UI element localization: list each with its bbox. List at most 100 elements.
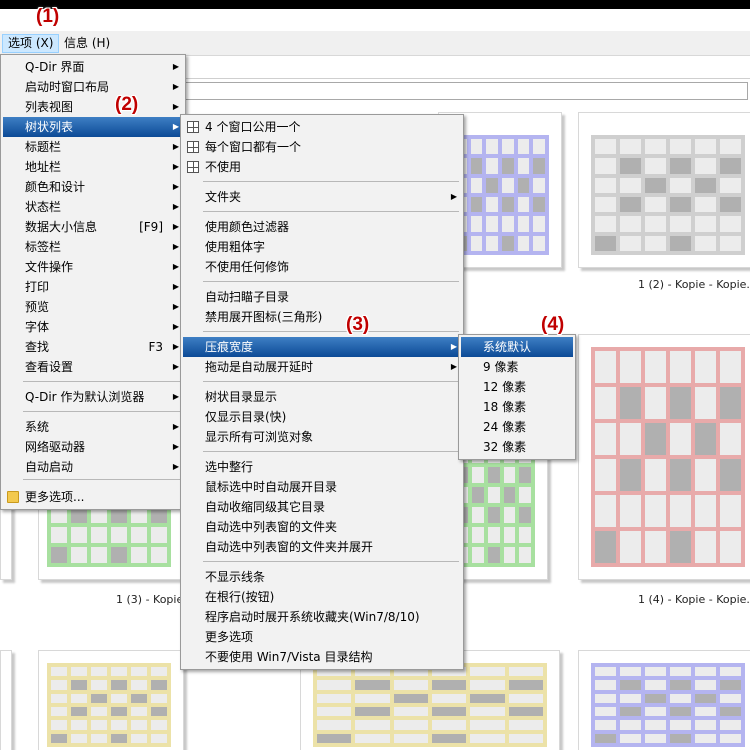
tree-menu-item-16[interactable]: 鼠标选中时自动展开目录 [183, 477, 461, 497]
options-menu-item-1[interactable]: Q-Dir 界面 ▶ [3, 57, 183, 77]
window-grid-icon [187, 161, 199, 173]
indent-menu-item-6[interactable]: 32 像素 [461, 437, 573, 457]
thumbnail-cell [533, 235, 545, 251]
thumbnail-cell [695, 459, 716, 491]
options-menu-item-6[interactable]: 地址栏 ▶ [3, 157, 183, 177]
options-menu-item-12[interactable]: 打印 ▶ [3, 277, 183, 297]
thumbnail-grid [591, 135, 745, 255]
thumbnail-image-2[interactable] [578, 112, 750, 268]
thumbnail-image-8[interactable] [578, 650, 750, 750]
thumbnail-cell [508, 693, 543, 703]
thumbnail-cell [670, 693, 691, 703]
thumbnail-cell [355, 706, 390, 717]
options-menu-item-19[interactable]: 网络驱动器 ▶ [3, 437, 183, 457]
options-menu-item-21[interactable]: 更多选项... [3, 487, 183, 507]
indent-menu-item-2[interactable]: 9 像素 [461, 357, 573, 377]
menu-options[interactable]: 选项 (X) [2, 34, 60, 53]
submenu-arrow-icon: ▶ [172, 282, 179, 291]
thumbnail-cell [595, 177, 616, 193]
menu-separator [203, 381, 459, 382]
thumbnail-cell [720, 680, 741, 690]
options-menu-item-7[interactable]: 颜色和设计 ▶ [3, 177, 183, 197]
path-field[interactable] [182, 82, 748, 100]
options-menu-item-3[interactable]: 列表视图 ▶ [3, 97, 183, 117]
tree-menu-item-label: 更多选项 [205, 630, 254, 644]
options-menu-item-13[interactable]: 预览 ▶ [3, 297, 183, 317]
options-menu-item-label: Q-Dir 界面 [25, 60, 85, 74]
indent-menu-item-3[interactable]: 12 像素 [461, 377, 573, 397]
thumbnail-image-6[interactable] [38, 650, 184, 750]
tree-menu-item-18[interactable]: 自动选中列表窗的文件夹 [183, 517, 461, 537]
tree-menu-item-15[interactable]: 选中整行 [183, 457, 461, 477]
tree-menu-item-1[interactable]: 4 个窗口公用一个 [183, 117, 461, 137]
tree-menu-item-6[interactable]: 使用粗体字 [183, 237, 461, 257]
options-menu-item-14[interactable]: 字体 ▶ [3, 317, 183, 337]
thumbnail-cell [470, 177, 483, 193]
tree-menu-item-7[interactable]: 不使用任何修饰 [183, 257, 461, 277]
options-menu-item-4[interactable]: 树状列表 ▶ [3, 117, 183, 137]
tree-menu-item-8[interactable]: 自动扫瞄子目录 [183, 287, 461, 307]
thumbnail-cell [111, 706, 127, 717]
address-bar[interactable] [180, 57, 750, 79]
thumbnail-cell [472, 527, 484, 543]
menu-separator [23, 381, 181, 382]
tree-menu-item-10[interactable]: 压痕宽度 ▶ [183, 337, 461, 357]
thumbnail-cell [620, 495, 641, 527]
tree-menu-item-22[interactable]: 程序启动时展开系统收藏夹(Win7/8/10) [183, 607, 461, 627]
thumbnail-cell [595, 158, 616, 174]
thumbnail-cell [519, 527, 531, 543]
options-menu-item-20[interactable]: 自动启动 ▶ [3, 457, 183, 477]
options-menu-item-15[interactable]: 查找 F3 ▶ [3, 337, 183, 357]
tree-menu-item-17[interactable]: 自动收缩同级其它目录 [183, 497, 461, 517]
tree-menu-item-24[interactable]: 不要使用 Win7/Vista 目录结构 [183, 647, 461, 667]
thumbnail-cell [645, 423, 666, 455]
options-menu-item-16[interactable]: 查看设置 ▶ [3, 357, 183, 377]
options-menu-item-label: 启动时窗口布局 [25, 80, 110, 94]
thumbnail-image-3[interactable] [578, 334, 750, 580]
tree-menu-item-2[interactable]: 每个窗口都有一个 [183, 137, 461, 157]
thumbnail-cell [470, 667, 505, 677]
thumbnail-cell [670, 667, 691, 677]
indent-menu-item-1[interactable]: 系统默认 [461, 337, 573, 357]
tree-menu-item-11[interactable]: 拖动是自动展开延时 ▶ [183, 357, 461, 377]
thumbnail-cell [355, 720, 390, 730]
options-menu-item-5[interactable]: 标题栏 ▶ [3, 137, 183, 157]
indent-menu-item-4[interactable]: 18 像素 [461, 397, 573, 417]
submenu-arrow-icon: ▶ [172, 122, 179, 131]
menu-info[interactable]: 信息 (H) [59, 34, 115, 53]
tree-menu-item-19[interactable]: 自动选中列表窗的文件夹并展开 [183, 537, 461, 557]
tree-menu-item-14[interactable]: 显示所有可浏览对象 [183, 427, 461, 447]
indent-menu-item-5[interactable]: 24 像素 [461, 417, 573, 437]
submenu-arrow-icon: ▶ [172, 222, 179, 231]
tree-menu-item-21[interactable]: 在根行(按钮) [183, 587, 461, 607]
tree-menu-item-23[interactable]: 更多选项 [183, 627, 461, 647]
q-dir-window: 选项 (X) 信息 (H) 1 (2) - Kopie - Kopie.p 1 … [0, 0, 750, 750]
options-menu-item-2[interactable]: 启动时窗口布局 ▶ [3, 77, 183, 97]
tree-menu-item-9[interactable]: 禁用展开图标(三角形) [183, 307, 461, 327]
options-menu-item-11[interactable]: 文件操作 ▶ [3, 257, 183, 277]
tree-menu-item-4[interactable]: 文件夹 ▶ [183, 187, 461, 207]
options-menu-item-18[interactable]: 系统 ▶ [3, 417, 183, 437]
options-menu-item-8[interactable]: 状态栏 ▶ [3, 197, 183, 217]
options-menu-item-9[interactable]: 数据大小信息 [F9] ▶ [3, 217, 183, 237]
thumbnail-cell [131, 527, 147, 543]
tree-menu-item-12[interactable]: 树状目录显示 [183, 387, 461, 407]
thumbnail-cell [91, 547, 107, 563]
tree-menu-item-20[interactable]: 不显示线条 [183, 567, 461, 587]
thumbnail-cell [71, 527, 87, 543]
thumbnail-cell [670, 196, 691, 213]
tree-menu-item-13[interactable]: 仅显示目录(快) [183, 407, 461, 427]
thumbnail-cell [695, 680, 716, 690]
options-menu: Q-Dir 界面 ▶ 启动时窗口布局 ▶ 列表视图 ▶ 树状列表 ▶ 标题栏 ▶ 地址栏 ▶ 颜色和设计… [0, 54, 186, 510]
options-menu-item-17[interactable]: Q-Dir 作为默认浏览器 ▶ [3, 387, 183, 407]
thumbnail-cell [502, 216, 514, 232]
options-menu-item-10[interactable]: 标签栏 ▶ [3, 237, 183, 257]
tree-menu-item-3[interactable]: 不使用 [183, 157, 461, 177]
thumbnail-cell [486, 139, 498, 155]
thumbnail-cell [431, 706, 467, 717]
thumbnail-cell [71, 693, 87, 703]
thumbnail-cell [431, 733, 467, 743]
tree-menu-item-5[interactable]: 使用颜色过滤器 [183, 217, 461, 237]
thumbnail-cell [470, 139, 483, 155]
thumbnail-cell [670, 680, 691, 690]
